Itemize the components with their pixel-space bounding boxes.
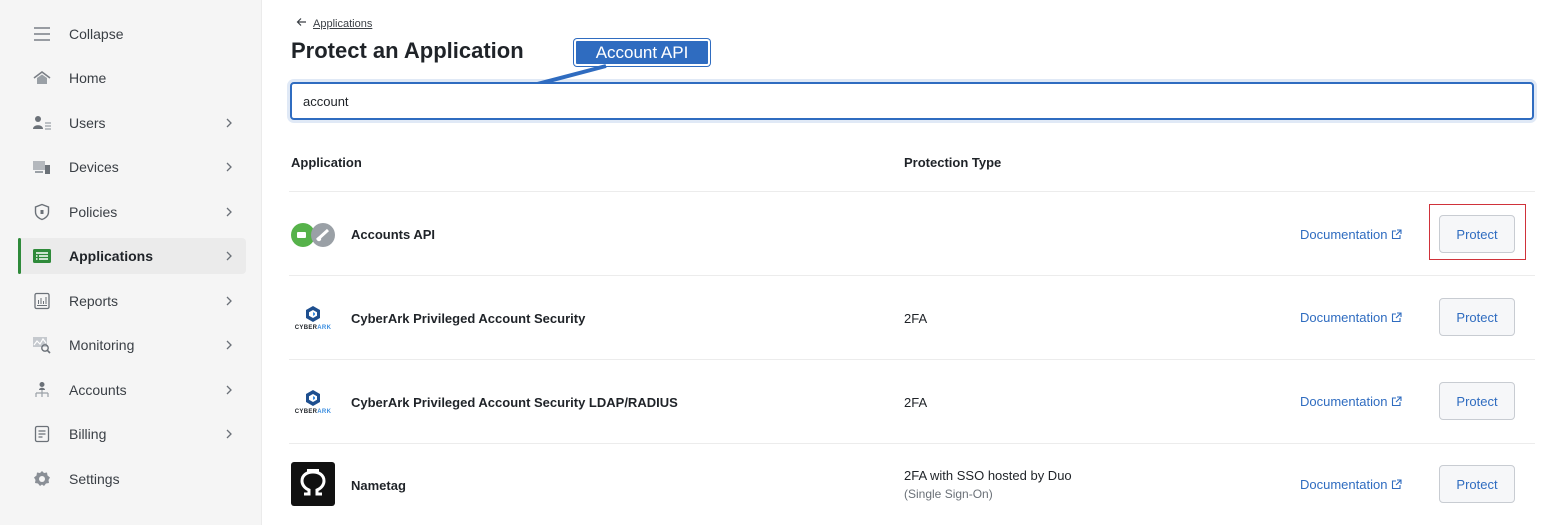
chevron-right-icon xyxy=(226,340,232,350)
documentation-link-label: Documentation xyxy=(1300,310,1388,325)
sidebar-item-billing[interactable]: Billing xyxy=(18,416,246,452)
accounts-api-logo xyxy=(290,212,336,258)
cyberark-logo-text: ARK xyxy=(317,325,332,331)
protect-button[interactable]: Protect xyxy=(1439,465,1515,503)
sidebar-item-settings[interactable]: Settings xyxy=(18,461,246,497)
sidebar-item-label: Reports xyxy=(69,293,119,309)
protect-button[interactable]: Protect xyxy=(1439,382,1515,420)
sidebar-item-label: Monitoring xyxy=(69,337,135,353)
documentation-link-label: Documentation xyxy=(1300,227,1388,242)
documentation-link[interactable]: Documentation xyxy=(1300,310,1403,325)
external-link-icon xyxy=(1392,479,1403,490)
protection-type: 2FA with SSO hosted by Duo xyxy=(904,468,1072,483)
chevron-right-icon xyxy=(226,429,232,439)
nametag-logo xyxy=(290,461,336,507)
chevron-right-icon xyxy=(226,296,232,306)
documentation-link[interactable]: Documentation xyxy=(1300,394,1403,409)
protection-type: 2FA xyxy=(904,395,928,410)
protect-button[interactable]: Protect xyxy=(1439,298,1515,336)
users-icon xyxy=(32,113,52,133)
sidebar: Collapse Home Users Devices Policies App… xyxy=(0,0,262,525)
sidebar-item-policies[interactable]: Policies xyxy=(18,194,246,230)
cyberark-logo-text: CYBER xyxy=(294,325,318,331)
home-icon xyxy=(32,68,52,88)
app-window: Collapse Home Users Devices Policies App… xyxy=(0,0,1552,525)
chevron-right-icon xyxy=(226,207,232,217)
app-name: Accounts API xyxy=(351,227,436,242)
sidebar-item-home[interactable]: Home xyxy=(18,60,246,96)
chevron-right-icon xyxy=(226,385,232,395)
divider xyxy=(289,275,1535,276)
divider xyxy=(289,359,1535,360)
sidebar-item-collapse[interactable]: Collapse xyxy=(18,16,246,52)
shield-icon xyxy=(32,202,52,222)
accounts-icon xyxy=(32,380,52,400)
external-link-icon xyxy=(1392,396,1403,407)
applications-icon xyxy=(32,246,52,266)
sidebar-item-label: Billing xyxy=(69,426,107,442)
sidebar-item-reports[interactable]: Reports xyxy=(18,283,246,319)
page-title: Protect an Application xyxy=(291,38,524,63)
sidebar-item-label: Collapse xyxy=(69,26,124,42)
documentation-link-label: Documentation xyxy=(1300,477,1388,492)
cyberark-logo: CYBERARK xyxy=(290,379,336,425)
sidebar-item-applications[interactable]: Applications xyxy=(18,238,246,274)
chevron-right-icon xyxy=(226,118,232,128)
sidebar-item-label: Devices xyxy=(69,159,119,175)
reports-icon xyxy=(32,291,52,311)
app-name: CyberArk Privileged Account Security xyxy=(351,311,586,326)
chevron-right-icon xyxy=(226,162,232,172)
sidebar-item-label: Settings xyxy=(69,471,120,487)
back-link-label: Applications xyxy=(313,17,373,30)
back-link[interactable]: Applications xyxy=(296,17,372,30)
menu-icon xyxy=(32,24,52,44)
sidebar-item-label: Users xyxy=(69,115,106,131)
documentation-link[interactable]: Documentation xyxy=(1300,477,1403,492)
cyberark-logo-text: ARK xyxy=(317,409,332,415)
documentation-link[interactable]: Documentation xyxy=(1300,227,1403,242)
search-input[interactable] xyxy=(290,82,1534,120)
sidebar-item-devices[interactable]: Devices xyxy=(18,149,246,185)
app-name: Nametag xyxy=(351,478,406,493)
documentation-link-label: Documentation xyxy=(1300,394,1388,409)
sidebar-item-label: Policies xyxy=(69,204,118,220)
monitoring-icon xyxy=(32,335,52,355)
sidebar-item-users[interactable]: Users xyxy=(18,105,246,141)
annotation-highlight-box xyxy=(1429,204,1526,260)
sidebar-item-label: Applications xyxy=(69,248,154,264)
external-link-icon xyxy=(1392,229,1403,240)
column-header-application: Application xyxy=(291,155,362,170)
external-link-icon xyxy=(1392,312,1403,323)
gear-icon xyxy=(32,469,52,489)
sidebar-item-monitoring[interactable]: Monitoring xyxy=(18,327,246,363)
annotation-callout: Account API xyxy=(574,39,710,66)
cyberark-logo: CYBERARK xyxy=(290,295,336,341)
arrow-left-icon xyxy=(296,17,307,30)
billing-icon xyxy=(32,424,52,444)
protection-type: 2FA xyxy=(904,311,928,326)
sidebar-item-accounts[interactable]: Accounts xyxy=(18,372,246,408)
chevron-right-icon xyxy=(226,251,232,261)
app-name: CyberArk Privileged Account Security LDA… xyxy=(351,395,678,410)
divider xyxy=(289,191,1535,192)
divider xyxy=(289,443,1535,444)
cyberark-logo-text: CYBER xyxy=(294,409,318,415)
sidebar-item-label: Home xyxy=(69,70,107,86)
column-header-protection-type: Protection Type xyxy=(904,155,1002,170)
sidebar-item-label: Accounts xyxy=(69,382,127,398)
protection-type-subtext: (Single Sign-On) xyxy=(904,487,993,501)
devices-icon xyxy=(32,157,52,177)
